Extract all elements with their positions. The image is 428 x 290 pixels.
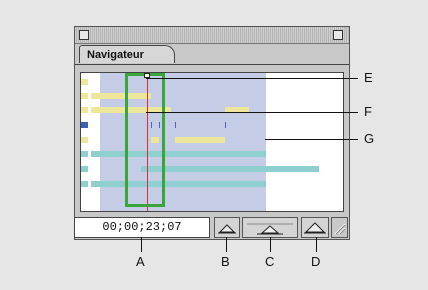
view-area-box[interactable] [125, 73, 165, 207]
resize-grip[interactable] [331, 217, 348, 238]
callout-g: G [364, 131, 375, 146]
palette-titlebar[interactable] [75, 27, 349, 44]
resize-grip-icon [334, 223, 346, 235]
callout-line-d [316, 237, 317, 252]
tab-navigator[interactable]: Navigateur [79, 45, 175, 63]
callout-e: E [364, 70, 373, 85]
track-marker [81, 93, 88, 99]
callout-a: A [136, 254, 145, 269]
zoom-slider[interactable] [242, 217, 298, 238]
zoom-in-button[interactable] [301, 217, 329, 238]
zoom-slider-icon [247, 223, 293, 235]
callout-line-f [146, 112, 358, 113]
callout-line-c [270, 237, 271, 252]
track-marker [81, 107, 88, 113]
callout-b: B [221, 254, 230, 269]
tab-divider [75, 64, 349, 65]
callout-line-g [265, 139, 358, 140]
collapse-box-icon[interactable] [333, 30, 343, 40]
callout-d: D [311, 254, 321, 269]
clip [91, 181, 266, 187]
clip [175, 137, 225, 143]
callout-f: F [364, 104, 372, 119]
callout-line-b [226, 237, 227, 252]
marker-tick [175, 122, 176, 128]
zoom-out-button[interactable] [214, 217, 240, 238]
track-marker [81, 122, 88, 128]
track-marker [81, 151, 88, 157]
marker-tick [225, 122, 226, 128]
zoom-in-mountain-icon [304, 222, 326, 234]
callout-c: C [265, 254, 275, 269]
track-marker [81, 181, 88, 187]
callout-line-e [146, 78, 358, 79]
track-marker [81, 79, 88, 85]
track-marker [81, 137, 88, 143]
navigator-controls: 00;00;23;07 [74, 217, 349, 239]
clip [91, 151, 266, 157]
callout-line-a [141, 237, 142, 252]
timeline-overview[interactable] [80, 72, 344, 212]
clip [141, 166, 319, 172]
zoom-out-mountain-icon [218, 224, 236, 234]
timecode-display[interactable]: 00;00;23;07 [74, 217, 210, 238]
close-box-icon[interactable] [79, 30, 89, 40]
track-marker [81, 166, 88, 172]
navigator-palette: Navigateur 00;00;23;07 [74, 26, 350, 240]
